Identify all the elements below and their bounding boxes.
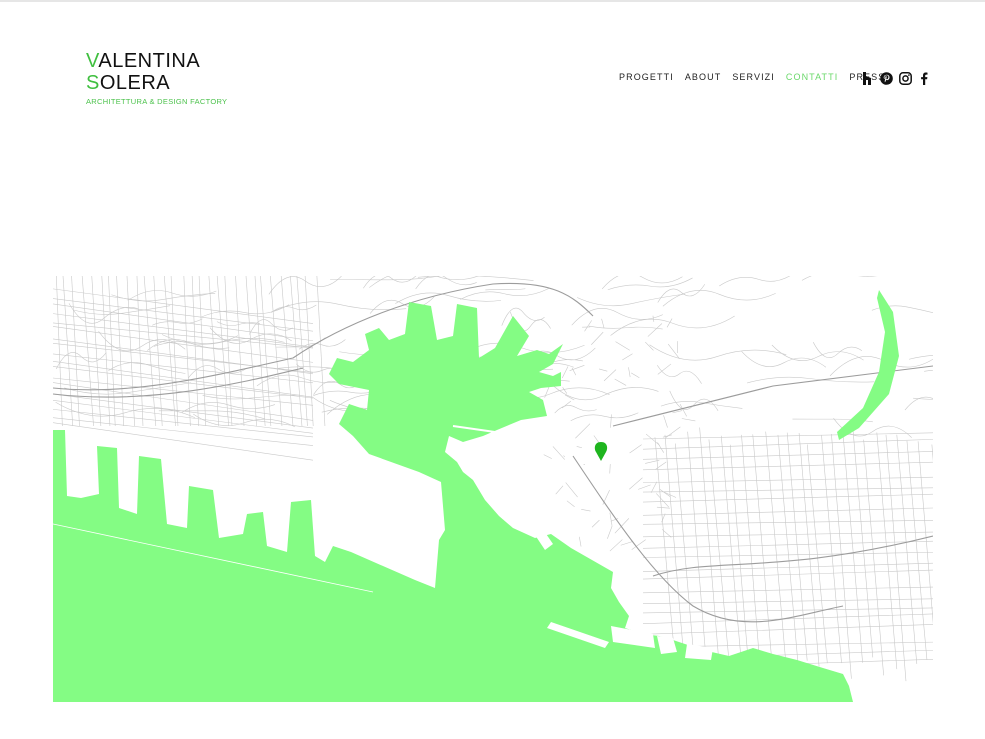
social-links [860, 71, 936, 85]
logo-initial-s: S [86, 72, 100, 94]
map-canvas[interactable] [53, 276, 933, 702]
houzz-icon[interactable] [860, 71, 874, 85]
nav-contatti[interactable]: CONTATTI [786, 72, 838, 82]
location-map[interactable] [53, 276, 933, 702]
logo-line-1: VALENTINA [86, 50, 227, 72]
logo-text-1: ALENTINA [98, 50, 201, 72]
instagram-icon[interactable] [898, 71, 912, 85]
site-logo[interactable]: VALENTINA SOLERA ARCHITETTURA & DESIGN F… [86, 50, 227, 106]
main-nav: PROGETTI ABOUT SERVIZI CONTATTI PRESS [619, 72, 896, 82]
facebook-icon[interactable] [917, 71, 931, 85]
logo-text-2: OLERA [99, 72, 171, 94]
logo-line-2: SOLERA [86, 72, 227, 94]
top-border [0, 0, 985, 2]
logo-tagline: ARCHITETTURA & DESIGN FACTORY [86, 97, 228, 106]
nav-about[interactable]: ABOUT [685, 72, 722, 82]
nav-progetti[interactable]: PROGETTI [619, 72, 674, 82]
nav-servizi[interactable]: SERVIZI [732, 72, 775, 82]
pinterest-icon[interactable] [879, 71, 893, 85]
logo-initial-v: V [86, 50, 99, 72]
map-pin-icon[interactable] [594, 442, 608, 461]
sea-area [53, 290, 899, 702]
